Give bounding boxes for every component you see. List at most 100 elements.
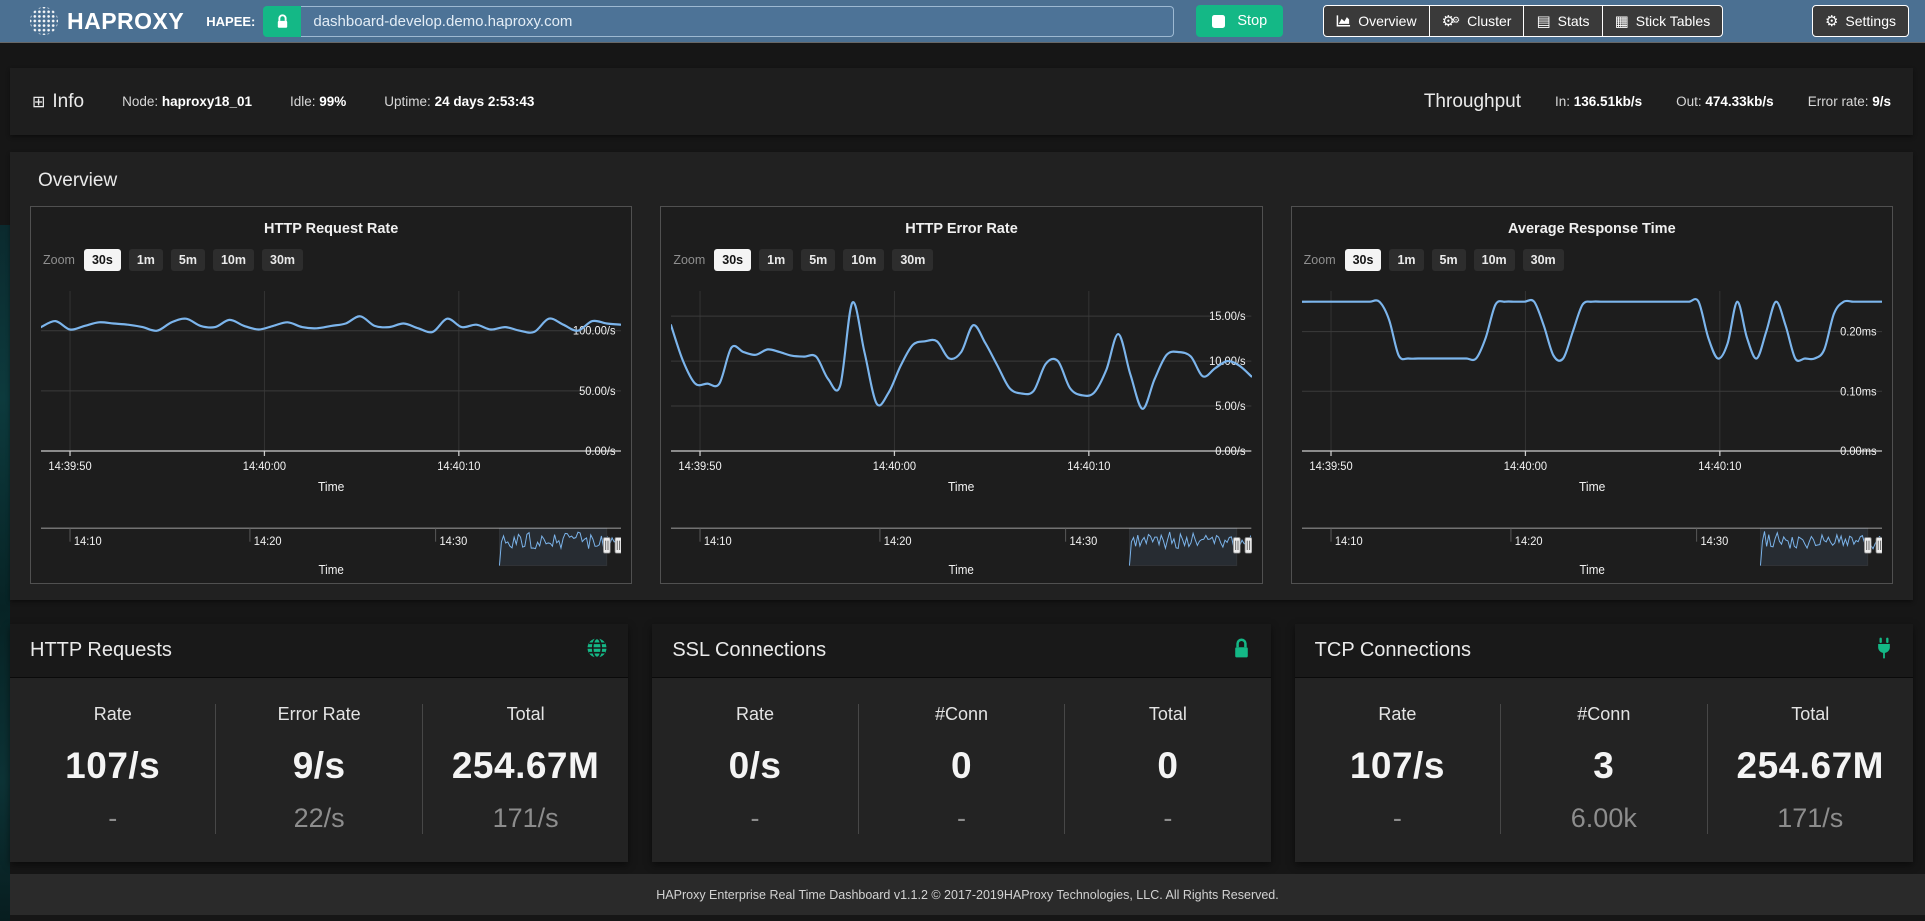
stat-col-conn: #Conn 3 6.00k bbox=[1500, 704, 1706, 834]
info-bar: ⊞ Info Node: haproxy18_01 Idle: 99% Upti… bbox=[10, 68, 1913, 135]
stat-value: 0/s bbox=[652, 745, 857, 787]
url-input[interactable] bbox=[301, 6, 1174, 37]
stat-col-rate: Rate 0/s - bbox=[652, 704, 857, 834]
stat-label: Rate bbox=[1295, 704, 1500, 725]
zoom-option-30m[interactable]: 30m bbox=[892, 249, 933, 271]
idle-field: Idle: 99% bbox=[290, 94, 346, 109]
stat-secondary: - bbox=[652, 803, 857, 834]
stat-col-total: Total 0 - bbox=[1064, 704, 1270, 834]
haproxy-logo: HAPROXY bbox=[30, 7, 184, 35]
view-switcher: Overview ⚙⚙ Cluster ▤ Stats ▦ Stick Tabl… bbox=[1323, 5, 1723, 37]
zoom-option-5m[interactable]: 5m bbox=[801, 249, 835, 271]
http-error-rate-chart: 14:39:5014:40:0014:40:100.00/s5.00/s10.0… bbox=[671, 281, 1251, 513]
copyright-text: HAProxy Enterprise Real Time Dashboard v… bbox=[656, 888, 1279, 902]
svg-text:5.00/s: 5.00/s bbox=[1216, 401, 1247, 413]
stat-label: Rate bbox=[652, 704, 857, 725]
grid-table-icon: ▦ bbox=[1615, 14, 1629, 29]
stick-tables-button[interactable]: ▦ Stick Tables bbox=[1602, 5, 1724, 37]
zoom-option-5m[interactable]: 5m bbox=[1432, 249, 1466, 271]
stat-label: Total bbox=[423, 704, 628, 725]
zoom-row: Zoom 30s 1m 5m 10m 30m bbox=[673, 249, 1249, 271]
svg-text:14:30: 14:30 bbox=[439, 535, 467, 547]
card-title: HTTP Requests bbox=[30, 639, 172, 662]
http-error-rate-navigator[interactable]: 14:1014:2014:30Time bbox=[671, 523, 1251, 577]
overview-button[interactable]: Overview bbox=[1323, 5, 1429, 37]
section-title: Overview bbox=[38, 170, 1885, 192]
zoom-option-1m[interactable]: 1m bbox=[1389, 249, 1423, 271]
throughput-in-field: In: 136.51kb/s bbox=[1555, 94, 1642, 109]
cluster-button[interactable]: ⚙⚙ Cluster bbox=[1429, 5, 1525, 37]
top-navbar: HAPROXY HAPEE: Stop Overview ⚙⚙ Cluster … bbox=[0, 0, 1925, 42]
stick-tables-button-label: Stick Tables bbox=[1636, 13, 1710, 29]
stats-button[interactable]: ▤ Stats bbox=[1523, 5, 1602, 37]
overview-button-label: Overview bbox=[1358, 13, 1416, 29]
brand-name: HAPROXY bbox=[67, 8, 184, 35]
stat-secondary: 171/s bbox=[1708, 803, 1913, 834]
zoom-label: Zoom bbox=[1304, 253, 1336, 267]
footer: HAProxy Enterprise Real Time Dashboard v… bbox=[10, 874, 1925, 915]
error-rate-value: 9/s bbox=[1872, 94, 1891, 109]
zoom-option-30m[interactable]: 30m bbox=[1523, 249, 1564, 271]
cluster-button-label: Cluster bbox=[1467, 13, 1511, 29]
zoom-option-10m[interactable]: 10m bbox=[213, 249, 254, 271]
http-requests-card: HTTP Requests Rate 107/s - Error Rate 9/… bbox=[10, 624, 628, 862]
svg-text:14:40:10: 14:40:10 bbox=[1698, 461, 1741, 473]
page-background-texture bbox=[0, 225, 10, 921]
zoom-option-1m[interactable]: 1m bbox=[759, 249, 793, 271]
stat-cards-row: HTTP Requests Rate 107/s - Error Rate 9/… bbox=[10, 624, 1913, 862]
svg-text:50.00/s: 50.00/s bbox=[579, 386, 616, 398]
svg-text:0.00/s: 0.00/s bbox=[585, 446, 616, 458]
stat-value: 0 bbox=[859, 745, 1064, 787]
node-field: Node: haproxy18_01 bbox=[122, 94, 252, 109]
svg-text:14:10: 14:10 bbox=[74, 535, 102, 547]
zoom-option-30s[interactable]: 30s bbox=[714, 249, 751, 271]
area-chart-icon bbox=[1336, 14, 1351, 28]
zoom-option-30s[interactable]: 30s bbox=[84, 249, 121, 271]
stat-col-total: Total 254.67M 171/s bbox=[1707, 704, 1913, 834]
charts-row: HTTP Request Rate Zoom 30s 1m 5m 10m 30m… bbox=[30, 206, 1893, 584]
stat-col-total: Total 254.67M 171/s bbox=[422, 704, 628, 834]
tcp-connections-card: TCP Connections Rate 107/s - #Conn 3 6.0… bbox=[1295, 624, 1913, 862]
gear-icon: ⚙ bbox=[1825, 14, 1838, 29]
average-response-time-navigator[interactable]: 14:1014:2014:30Time bbox=[1302, 523, 1882, 577]
settings-button[interactable]: ⚙ Settings bbox=[1812, 5, 1909, 37]
stop-button[interactable]: Stop bbox=[1196, 5, 1283, 37]
throughput-title: Throughput bbox=[1424, 91, 1521, 113]
http-request-rate-navigator[interactable]: 14:1014:2014:30Time bbox=[41, 523, 621, 577]
throughput-out-value: 474.33kb/s bbox=[1705, 94, 1773, 109]
average-response-time-chart: 14:39:5014:40:0014:40:100.00ms0.10ms0.20… bbox=[1302, 281, 1882, 513]
svg-text:15.00/s: 15.00/s bbox=[1209, 311, 1246, 323]
svg-text:Time: Time bbox=[1579, 480, 1606, 494]
stat-label: #Conn bbox=[1501, 704, 1706, 725]
ssl-lock-icon bbox=[263, 6, 301, 37]
settings-button-label: Settings bbox=[1845, 13, 1896, 29]
svg-text:14:40:00: 14:40:00 bbox=[243, 461, 286, 473]
address-bar bbox=[263, 6, 1174, 37]
gears-icon: ⚙⚙ bbox=[1442, 14, 1461, 29]
stat-col-conn: #Conn 0 - bbox=[858, 704, 1064, 834]
expand-icon: ⊞ bbox=[32, 94, 45, 110]
stats-button-label: Stats bbox=[1558, 13, 1590, 29]
chart-title: HTTP Error Rate bbox=[671, 221, 1251, 237]
svg-text:14:30: 14:30 bbox=[1700, 535, 1728, 547]
stat-secondary: - bbox=[859, 803, 1064, 834]
info-toggle[interactable]: ⊞ Info bbox=[32, 91, 84, 113]
svg-text:14:40:10: 14:40:10 bbox=[1068, 461, 1111, 473]
stat-value: 254.67M bbox=[423, 745, 628, 787]
stat-label: #Conn bbox=[859, 704, 1064, 725]
zoom-row: Zoom 30s 1m 5m 10m 30m bbox=[1304, 249, 1880, 271]
zoom-option-30m[interactable]: 30m bbox=[262, 249, 303, 271]
svg-text:14:40:10: 14:40:10 bbox=[437, 461, 480, 473]
zoom-option-1m[interactable]: 1m bbox=[129, 249, 163, 271]
chart-panel-average-response-time: Average Response Time Zoom 30s 1m 5m 10m… bbox=[1291, 206, 1893, 584]
chart-panel-http-request-rate: HTTP Request Rate Zoom 30s 1m 5m 10m 30m… bbox=[30, 206, 632, 584]
zoom-option-5m[interactable]: 5m bbox=[171, 249, 205, 271]
zoom-option-10m[interactable]: 10m bbox=[843, 249, 884, 271]
svg-text:14:20: 14:20 bbox=[1514, 535, 1542, 547]
error-rate-field: Error rate: 9/s bbox=[1808, 94, 1891, 109]
stat-secondary: - bbox=[1295, 803, 1500, 834]
zoom-option-30s[interactable]: 30s bbox=[1345, 249, 1382, 271]
svg-text:Time: Time bbox=[1579, 563, 1605, 577]
zoom-option-10m[interactable]: 10m bbox=[1474, 249, 1515, 271]
svg-text:Time: Time bbox=[949, 563, 975, 577]
